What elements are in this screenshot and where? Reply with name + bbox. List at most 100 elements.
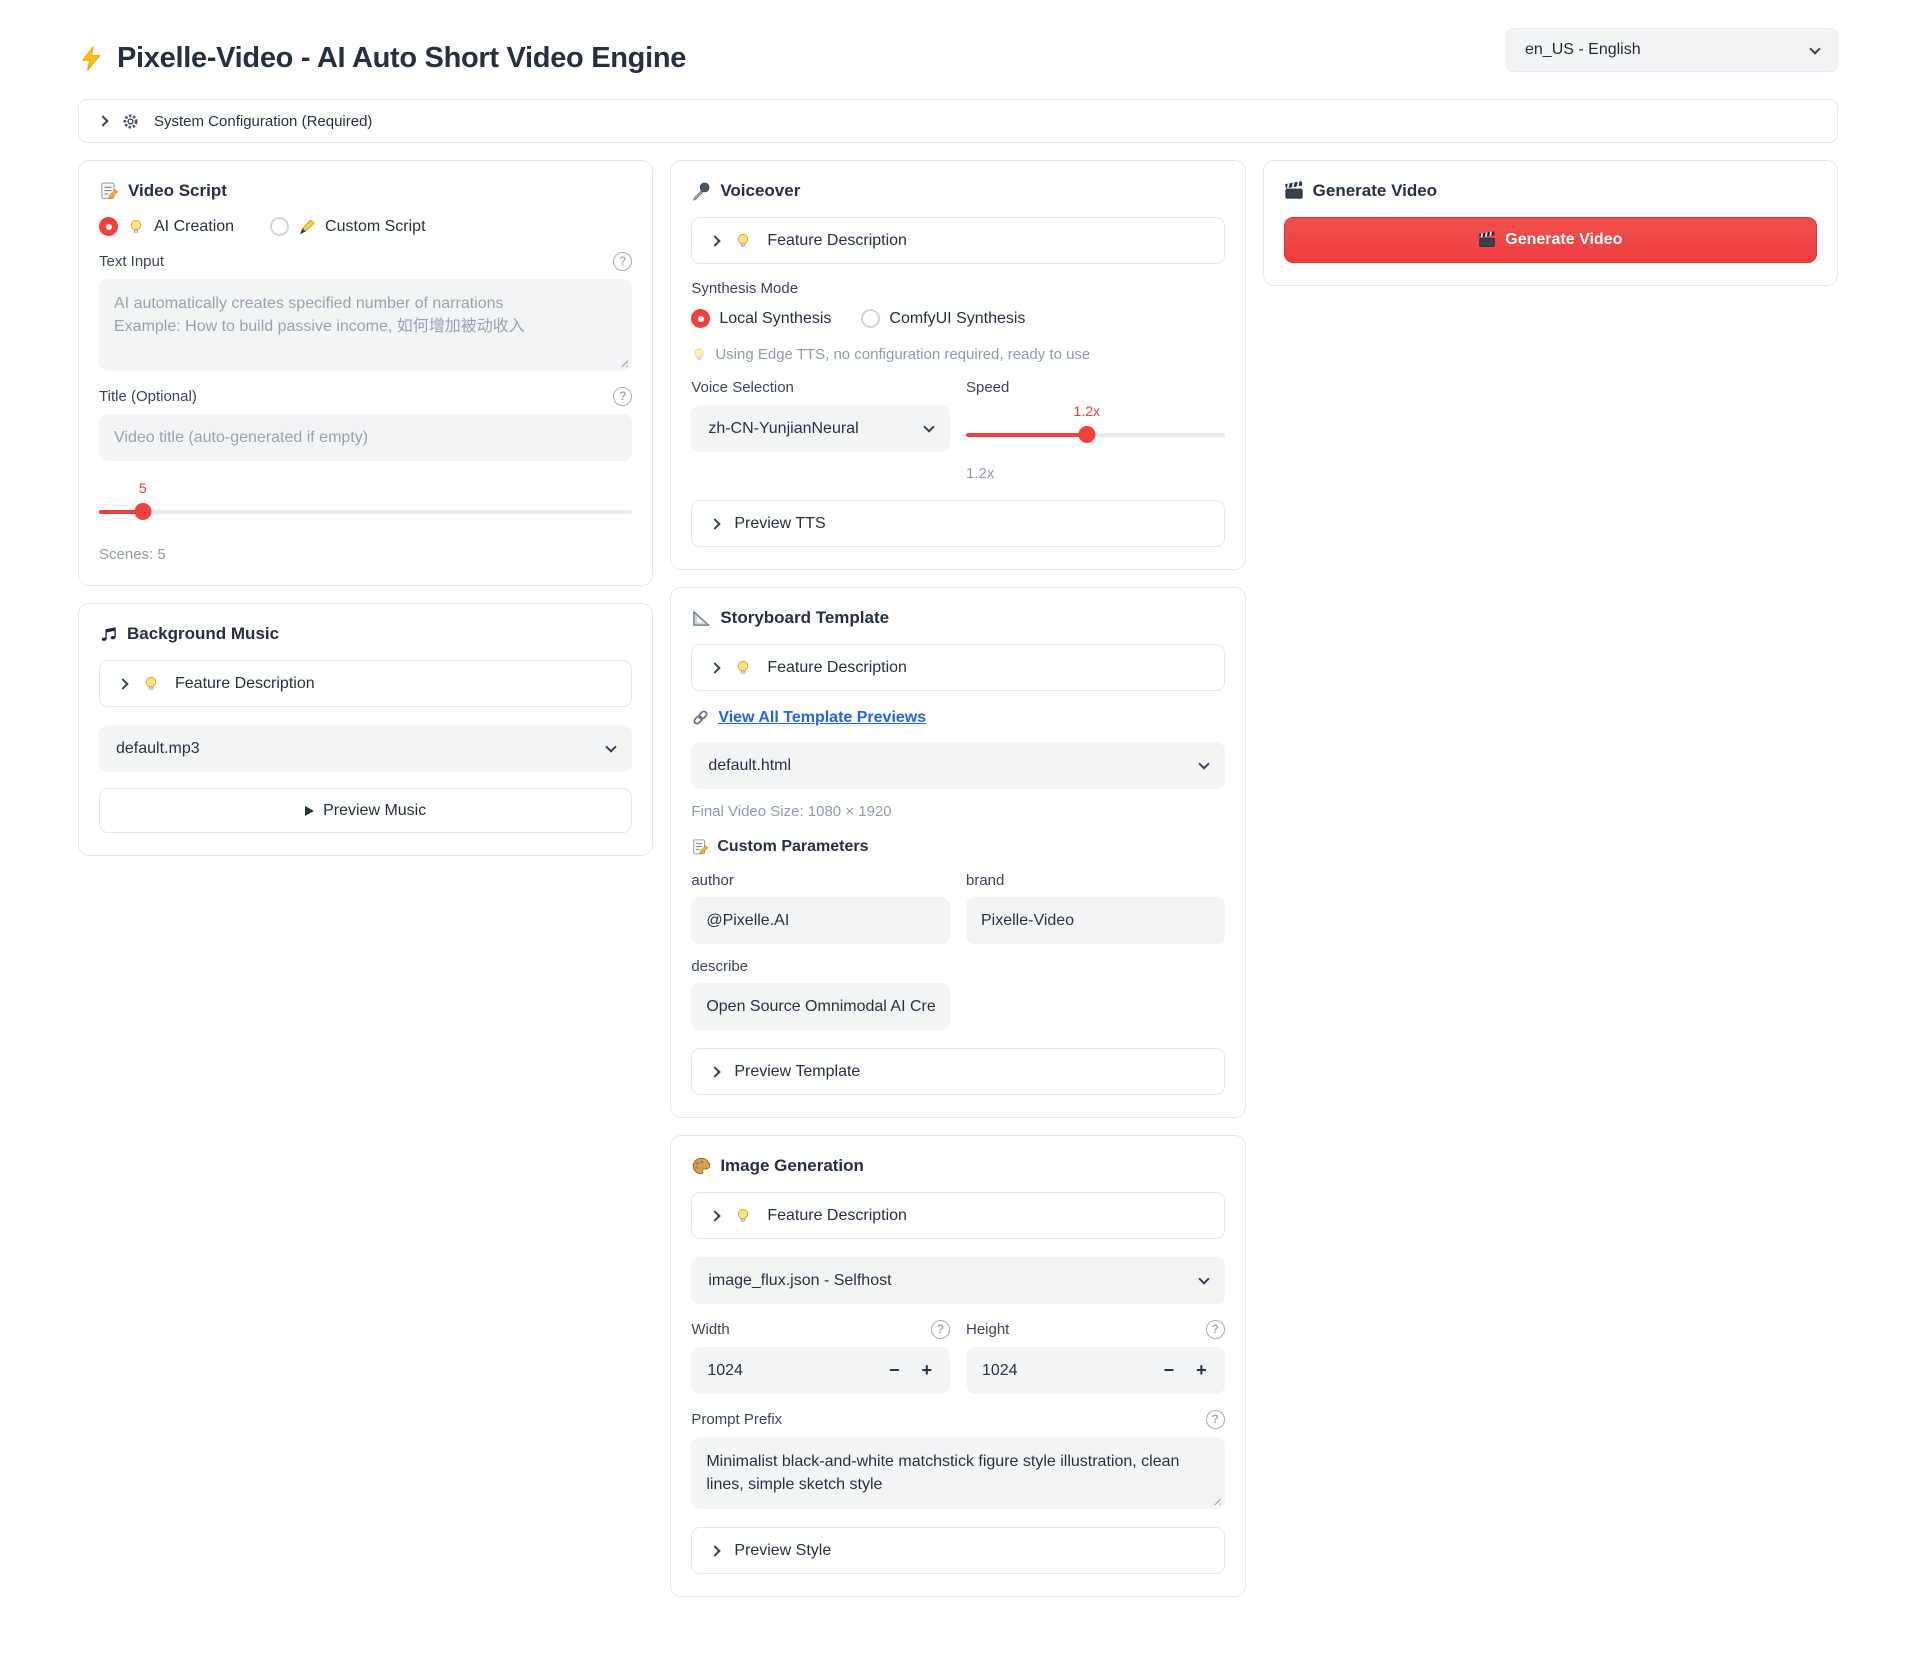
width-height-row: Width ? 1024 − + Height ?	[691, 1304, 1224, 1394]
author-brand-row: author brand	[691, 858, 1224, 944]
music-file-value: default.mp3	[116, 740, 200, 758]
chevron-right-icon	[710, 1210, 721, 1221]
voice-selection-block: Voice Selection zh-CN-YunjianNeural	[691, 379, 950, 482]
radio-custom-script[interactable]: Custom Script	[270, 217, 425, 236]
preview-tts-accordion[interactable]: Preview TTS	[691, 500, 1224, 547]
speed-slider-value: 1.2x	[1074, 403, 1100, 419]
chevron-right-icon	[710, 1066, 721, 1077]
system-config-accordion[interactable]: System Configuration (Required)	[78, 99, 1838, 143]
storyboard-feature-description-accordion[interactable]: Feature Description	[691, 644, 1224, 691]
width-stepper: 1024 − +	[691, 1347, 950, 1394]
brand-block: brand	[966, 858, 1225, 944]
gear-icon	[121, 112, 140, 131]
height-label-row: Height ?	[966, 1320, 1225, 1339]
palette-icon	[691, 1156, 711, 1176]
voice-value: zh-CN-YunjianNeural	[708, 420, 858, 438]
text-input-label-row: Text Input ?	[99, 252, 632, 271]
microphone-icon	[691, 181, 711, 201]
tts-tip: Using Edge TTS, no configuration require…	[691, 346, 1224, 363]
title-label-row: Title (Optional) ?	[99, 387, 632, 406]
bulb-icon	[142, 675, 160, 693]
speed-slider-handle[interactable]	[1078, 426, 1095, 443]
height-value[interactable]: 1024	[982, 1362, 1144, 1380]
view-all-template-previews-link[interactable]: View All Template Previews	[718, 709, 926, 727]
radio-selected-icon[interactable]	[99, 217, 118, 236]
radio-local-synthesis[interactable]: Local Synthesis	[691, 309, 831, 328]
radio-selected-icon[interactable]	[691, 309, 710, 328]
voiceover-feature-description-accordion[interactable]: Feature Description	[691, 217, 1224, 264]
speed-slider-track[interactable]	[966, 433, 1225, 437]
width-label-row: Width ?	[691, 1320, 950, 1339]
height-stepper: 1024 − +	[966, 1347, 1225, 1394]
template-previews-link-row: View All Template Previews	[691, 708, 1224, 727]
custom-parameters-title: Custom Parameters	[691, 838, 1224, 856]
help-icon[interactable]: ?	[613, 387, 632, 406]
music-feature-description-accordion[interactable]: Feature Description	[99, 660, 632, 707]
preview-template-accordion[interactable]: Preview Template	[691, 1048, 1224, 1095]
pen-icon	[298, 218, 316, 236]
help-icon[interactable]: ?	[613, 252, 632, 271]
bulb-icon	[691, 347, 707, 363]
triangle-ruler-icon	[691, 608, 711, 628]
help-icon[interactable]: ?	[1206, 1410, 1225, 1429]
voice-dropdown[interactable]: zh-CN-YunjianNeural	[691, 405, 950, 452]
chevron-right-icon	[710, 662, 721, 673]
title-label: Title (Optional)	[99, 388, 197, 405]
chevron-right-icon	[710, 235, 721, 246]
scenes-info: Scenes: 5	[99, 546, 632, 563]
script-text-input[interactable]	[99, 279, 632, 371]
chevron-right-icon	[710, 518, 721, 529]
prompt-prefix-input[interactable]: Minimalist black-and-white matchstick fi…	[691, 1437, 1224, 1509]
voiceover-title: Voiceover	[691, 181, 1224, 201]
describe-row: describe	[691, 944, 1224, 1030]
scenes-slider-track[interactable]	[99, 510, 632, 514]
preview-music-button[interactable]: Preview Music	[99, 788, 632, 833]
page-title: Pixelle-Video - AI Auto Short Video Engi…	[78, 42, 686, 75]
chevron-right-icon	[97, 115, 108, 126]
template-file-value: default.html	[708, 757, 791, 775]
radio-unselected-icon[interactable]	[270, 217, 289, 236]
speed-slider: 1.2x	[966, 426, 1225, 443]
bulb-icon	[734, 1207, 752, 1225]
describe-input[interactable]	[691, 983, 950, 1030]
synthesis-mode-label: Synthesis Mode	[691, 280, 798, 297]
radio-unselected-icon[interactable]	[861, 309, 880, 328]
help-icon[interactable]: ?	[1206, 1320, 1225, 1339]
width-minus-button[interactable]: −	[887, 1360, 902, 1381]
background-music-title: Background Music	[99, 624, 632, 644]
app-title: Pixelle-Video - AI Auto Short Video Engi…	[117, 42, 686, 75]
brand-label: brand	[966, 872, 1225, 889]
language-dropdown[interactable]: en_US - English	[1506, 28, 1838, 72]
help-icon[interactable]: ?	[931, 1320, 950, 1339]
width-value[interactable]: 1024	[707, 1362, 869, 1380]
scenes-slider-handle[interactable]	[134, 503, 151, 520]
height-minus-button[interactable]: −	[1162, 1360, 1177, 1381]
scenes-slider-value: 5	[139, 480, 147, 496]
image-generation-card: Image Generation Feature Description ima…	[670, 1135, 1245, 1597]
height-label: Height	[966, 1321, 1009, 1338]
image-workflow-dropdown[interactable]: image_flux.json - Selfhost	[691, 1257, 1224, 1304]
voiceover-card: Voiceover Feature Description Synthesis …	[670, 160, 1245, 570]
pixelle-video-app: Pixelle-Video - AI Auto Short Video Engi…	[0, 0, 1916, 1657]
template-file-dropdown[interactable]: default.html	[691, 742, 1224, 789]
video-script-card: Video Script AI Creation Custom Script	[78, 160, 653, 586]
author-block: author	[691, 858, 950, 944]
text-input-label: Text Input	[99, 253, 164, 270]
video-script-title: Video Script	[99, 181, 632, 201]
width-plus-button[interactable]: +	[919, 1360, 934, 1381]
height-plus-button[interactable]: +	[1194, 1360, 1209, 1381]
generate-video-button[interactable]: Generate Video	[1284, 217, 1817, 263]
speed-block: Speed 1.2x 1.2x	[966, 379, 1225, 482]
music-file-dropdown[interactable]: default.mp3	[99, 725, 632, 772]
author-input[interactable]	[691, 897, 950, 944]
chevron-down-icon	[923, 421, 934, 432]
chevron-right-icon	[117, 678, 128, 689]
image-feature-description-accordion[interactable]: Feature Description	[691, 1192, 1224, 1239]
chevron-down-icon	[606, 741, 617, 752]
video-title-input[interactable]	[99, 414, 632, 461]
synthesis-mode-label-row: Synthesis Mode	[691, 280, 1224, 297]
radio-ai-creation[interactable]: AI Creation	[99, 217, 234, 236]
chevron-down-icon	[1198, 758, 1209, 769]
brand-input[interactable]	[966, 897, 1225, 944]
radio-comfyui-synthesis[interactable]: ComfyUI Synthesis	[861, 309, 1025, 328]
